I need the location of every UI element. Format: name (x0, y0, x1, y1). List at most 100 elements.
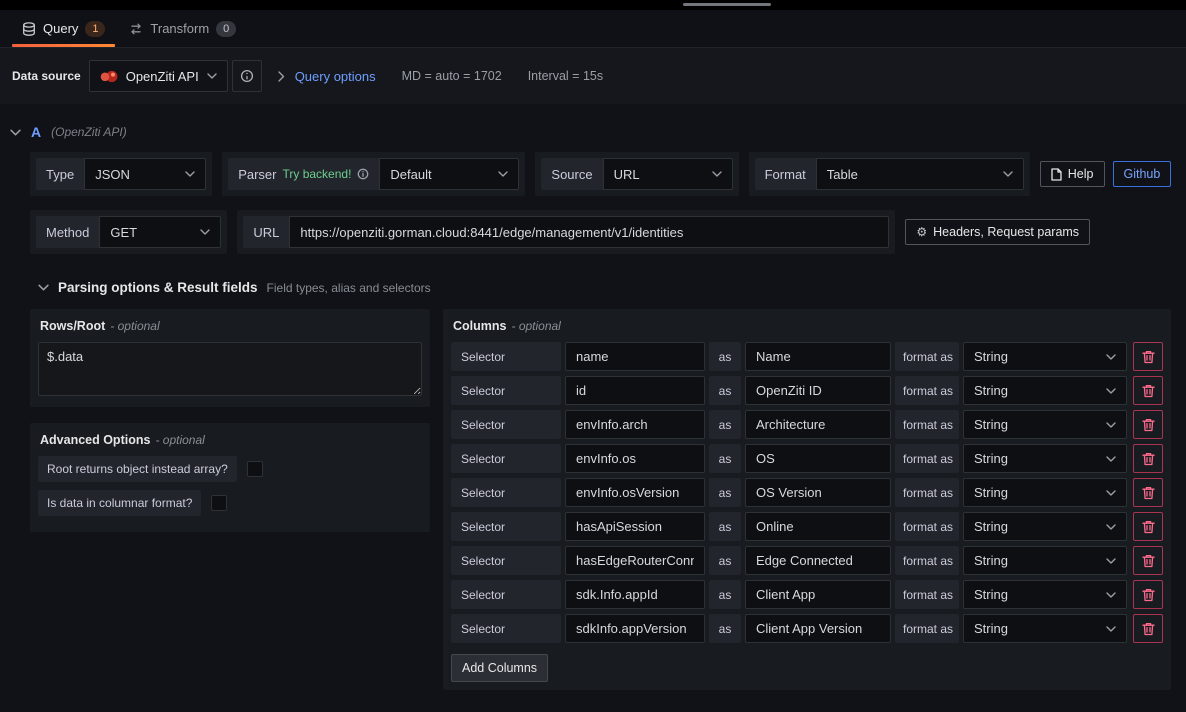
parser-select[interactable]: Default (379, 158, 519, 190)
column-alias-input[interactable] (745, 444, 891, 473)
method-select[interactable]: GET (99, 216, 221, 248)
query-count-badge: 1 (85, 21, 105, 37)
format-select[interactable]: Table (816, 158, 1024, 190)
github-button[interactable]: Github (1113, 161, 1172, 187)
column-selector-input[interactable] (565, 512, 705, 541)
delete-column-button[interactable] (1133, 614, 1163, 643)
parser-label: Parser Try backend! (228, 158, 379, 190)
column-as-label: as (709, 580, 741, 609)
column-selector-input[interactable] (565, 580, 705, 609)
column-selector-input[interactable] (565, 342, 705, 371)
delete-column-button[interactable] (1133, 376, 1163, 405)
column-selector-input[interactable] (565, 478, 705, 507)
column-selector-input[interactable] (565, 614, 705, 643)
trash-icon (1142, 554, 1155, 568)
column-alias-input[interactable] (745, 342, 891, 371)
parsing-section-title: Parsing options & Result fields (58, 280, 258, 295)
delete-column-button[interactable] (1133, 444, 1163, 473)
columnar-format-label: Is data in columnar format? (38, 490, 201, 516)
trash-icon (1142, 452, 1155, 466)
source-select[interactable]: URL (603, 158, 733, 190)
column-format-value: String (974, 451, 1008, 466)
rows-root-input[interactable]: $.data (38, 342, 422, 396)
trash-icon (1142, 588, 1155, 602)
delete-column-button[interactable] (1133, 580, 1163, 609)
max-data-points-stat: MD = auto = 1702 (402, 69, 502, 83)
advanced-options-panel: Advanced Options - optional Root returns… (30, 423, 430, 532)
delete-column-button[interactable] (1133, 546, 1163, 575)
column-format-select[interactable]: String (963, 478, 1127, 507)
column-alias-input[interactable] (745, 614, 891, 643)
datasource-picker[interactable]: OpenZiti API (89, 60, 228, 92)
query-row-header[interactable]: A (OpenZiti API) (10, 124, 1186, 140)
query-datasource-hint: (OpenZiti API) (51, 125, 127, 139)
column-selector-label: Selector (451, 580, 561, 609)
column-alias-input[interactable] (745, 580, 891, 609)
column-format-select[interactable]: String (963, 342, 1127, 371)
column-alias-input[interactable] (745, 546, 891, 575)
advanced-options-optional: - optional (155, 433, 204, 447)
transform-count-badge: 0 (216, 21, 236, 37)
headers-params-button[interactable]: ⚙ Headers, Request params (905, 219, 1090, 245)
column-selector-input[interactable] (565, 376, 705, 405)
column-alias-input[interactable] (745, 410, 891, 439)
column-format-label: format as (895, 546, 959, 575)
column-format-select[interactable]: String (963, 546, 1127, 575)
delete-column-button[interactable] (1133, 410, 1163, 439)
add-columns-button[interactable]: Add Columns (451, 654, 548, 682)
column-format-select[interactable]: String (963, 376, 1127, 405)
tab-query[interactable]: Query 1 (10, 10, 117, 47)
help-button-label: Help (1068, 167, 1094, 181)
help-button[interactable]: Help (1040, 161, 1105, 187)
columnar-format-checkbox[interactable] (211, 495, 227, 511)
datasource-docs-button[interactable] (232, 60, 262, 92)
column-format-value: String (974, 485, 1008, 500)
column-selector-label: Selector (451, 478, 561, 507)
column-format-value: String (974, 553, 1008, 568)
tab-transform[interactable]: Transform 0 (117, 10, 248, 47)
column-row: Selector as format as String (451, 512, 1163, 541)
column-format-select[interactable]: String (963, 444, 1127, 473)
url-input[interactable] (289, 216, 889, 248)
column-selector-label: Selector (451, 546, 561, 575)
column-format-label: format as (895, 410, 959, 439)
format-field-group: Format Table (749, 152, 1030, 196)
column-format-value: String (974, 383, 1008, 398)
column-format-select[interactable]: String (963, 614, 1127, 643)
parsing-section-subtitle: Field types, alias and selectors (267, 281, 431, 295)
column-selector-label: Selector (451, 512, 561, 541)
column-format-select[interactable]: String (963, 410, 1127, 439)
gear-icon: ⚙ (916, 225, 927, 239)
column-selector-input[interactable] (565, 444, 705, 473)
column-as-label: as (709, 512, 741, 541)
panel-resize-handle[interactable] (683, 3, 771, 6)
column-format-select[interactable]: String (963, 512, 1127, 541)
github-button-label: Github (1124, 167, 1161, 181)
delete-column-button[interactable] (1133, 478, 1163, 507)
type-select[interactable]: JSON (84, 158, 206, 190)
column-selector-input[interactable] (565, 546, 705, 575)
column-alias-input[interactable] (745, 512, 891, 541)
column-format-value: String (974, 349, 1008, 364)
column-format-select[interactable]: String (963, 580, 1127, 609)
columns-rows: Selector as format as String Selector as… (451, 342, 1163, 643)
breadcrumb-chevron-icon (278, 71, 285, 82)
column-alias-input[interactable] (745, 376, 891, 405)
help-circle-icon (240, 69, 254, 83)
delete-column-button[interactable] (1133, 512, 1163, 541)
column-as-label: as (709, 376, 741, 405)
root-returns-object-checkbox[interactable] (247, 461, 263, 477)
delete-column-button[interactable] (1133, 342, 1163, 371)
parsing-section-toggle[interactable]: Parsing options & Result fields Field ty… (38, 280, 1165, 295)
method-field-group: Method GET (30, 210, 227, 254)
trash-icon (1142, 486, 1155, 500)
column-format-value: String (974, 519, 1008, 534)
query-options-link[interactable]: Query options (295, 69, 376, 84)
column-selector-input[interactable] (565, 410, 705, 439)
column-row: Selector as format as String (451, 580, 1163, 609)
tab-transform-label: Transform (150, 21, 209, 36)
column-alias-input[interactable] (745, 478, 891, 507)
source-label: Source (541, 158, 602, 190)
type-field-group: Type JSON (30, 152, 212, 196)
query-ref-id[interactable]: A (31, 124, 41, 140)
